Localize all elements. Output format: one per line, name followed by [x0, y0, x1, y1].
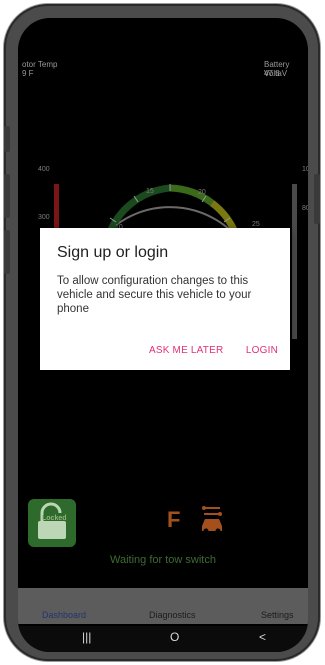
recent-apps-icon[interactable]: ||| [82, 630, 91, 644]
lock-label: Locked [42, 515, 67, 522]
app-screen: otor Temp 9 F Battery Volta 47.8 V 400 3… [18, 18, 308, 652]
login-button[interactable]: LOGIN [246, 345, 278, 356]
dialog-actions: ASK ME LATER LOGIN [131, 340, 278, 358]
voltage-scale-80: 80 [302, 205, 308, 212]
phone-volume-button [4, 230, 10, 274]
lock-status-button[interactable]: Locked [28, 499, 76, 547]
phone-frame: otor Temp 9 F Battery Volta 47.8 V 400 3… [4, 4, 320, 661]
motor-temp-label: otor Temp [22, 60, 58, 69]
home-icon[interactable]: O [170, 630, 179, 644]
phone-volume-button [4, 174, 10, 218]
tow-car-icon [202, 506, 222, 534]
back-icon[interactable]: < [259, 630, 266, 644]
system-nav-bar: ||| O < [18, 626, 308, 652]
tab-diagnostics[interactable]: Diagnostics [149, 610, 196, 620]
battery-voltage-bar [292, 184, 297, 339]
speed-tick-20: 20 [198, 189, 206, 196]
phone-power-button [314, 174, 320, 224]
battery-voltage-value: 47.8 V [264, 69, 288, 78]
fuel-indicator: F [167, 507, 181, 532]
temp-scale-400: 400 [38, 166, 50, 173]
tab-settings[interactable]: Settings [261, 610, 294, 620]
temp-scale-300: 300 [38, 214, 50, 221]
ask-me-later-button[interactable]: ASK ME LATER [149, 345, 223, 356]
speed-tick-25: 25 [252, 221, 260, 228]
unlock-icon [38, 502, 66, 539]
login-dialog: Sign up or login To allow configuration … [40, 228, 290, 370]
dialog-message: To allow configuration changes to this v… [57, 275, 252, 315]
tow-switch-status: Waiting for tow switch [110, 554, 216, 566]
bottom-tab-bar: Dashboard Diagnostics Settings [18, 588, 308, 624]
tab-dashboard[interactable]: Dashboard [42, 610, 86, 620]
motor-temp-value: 9 F [22, 69, 34, 78]
voltage-scale-100: 100 [302, 166, 308, 173]
speed-tick-15: 15 [146, 188, 154, 195]
dialog-title: Sign up or login [57, 244, 169, 261]
phone-side-button [4, 126, 10, 152]
